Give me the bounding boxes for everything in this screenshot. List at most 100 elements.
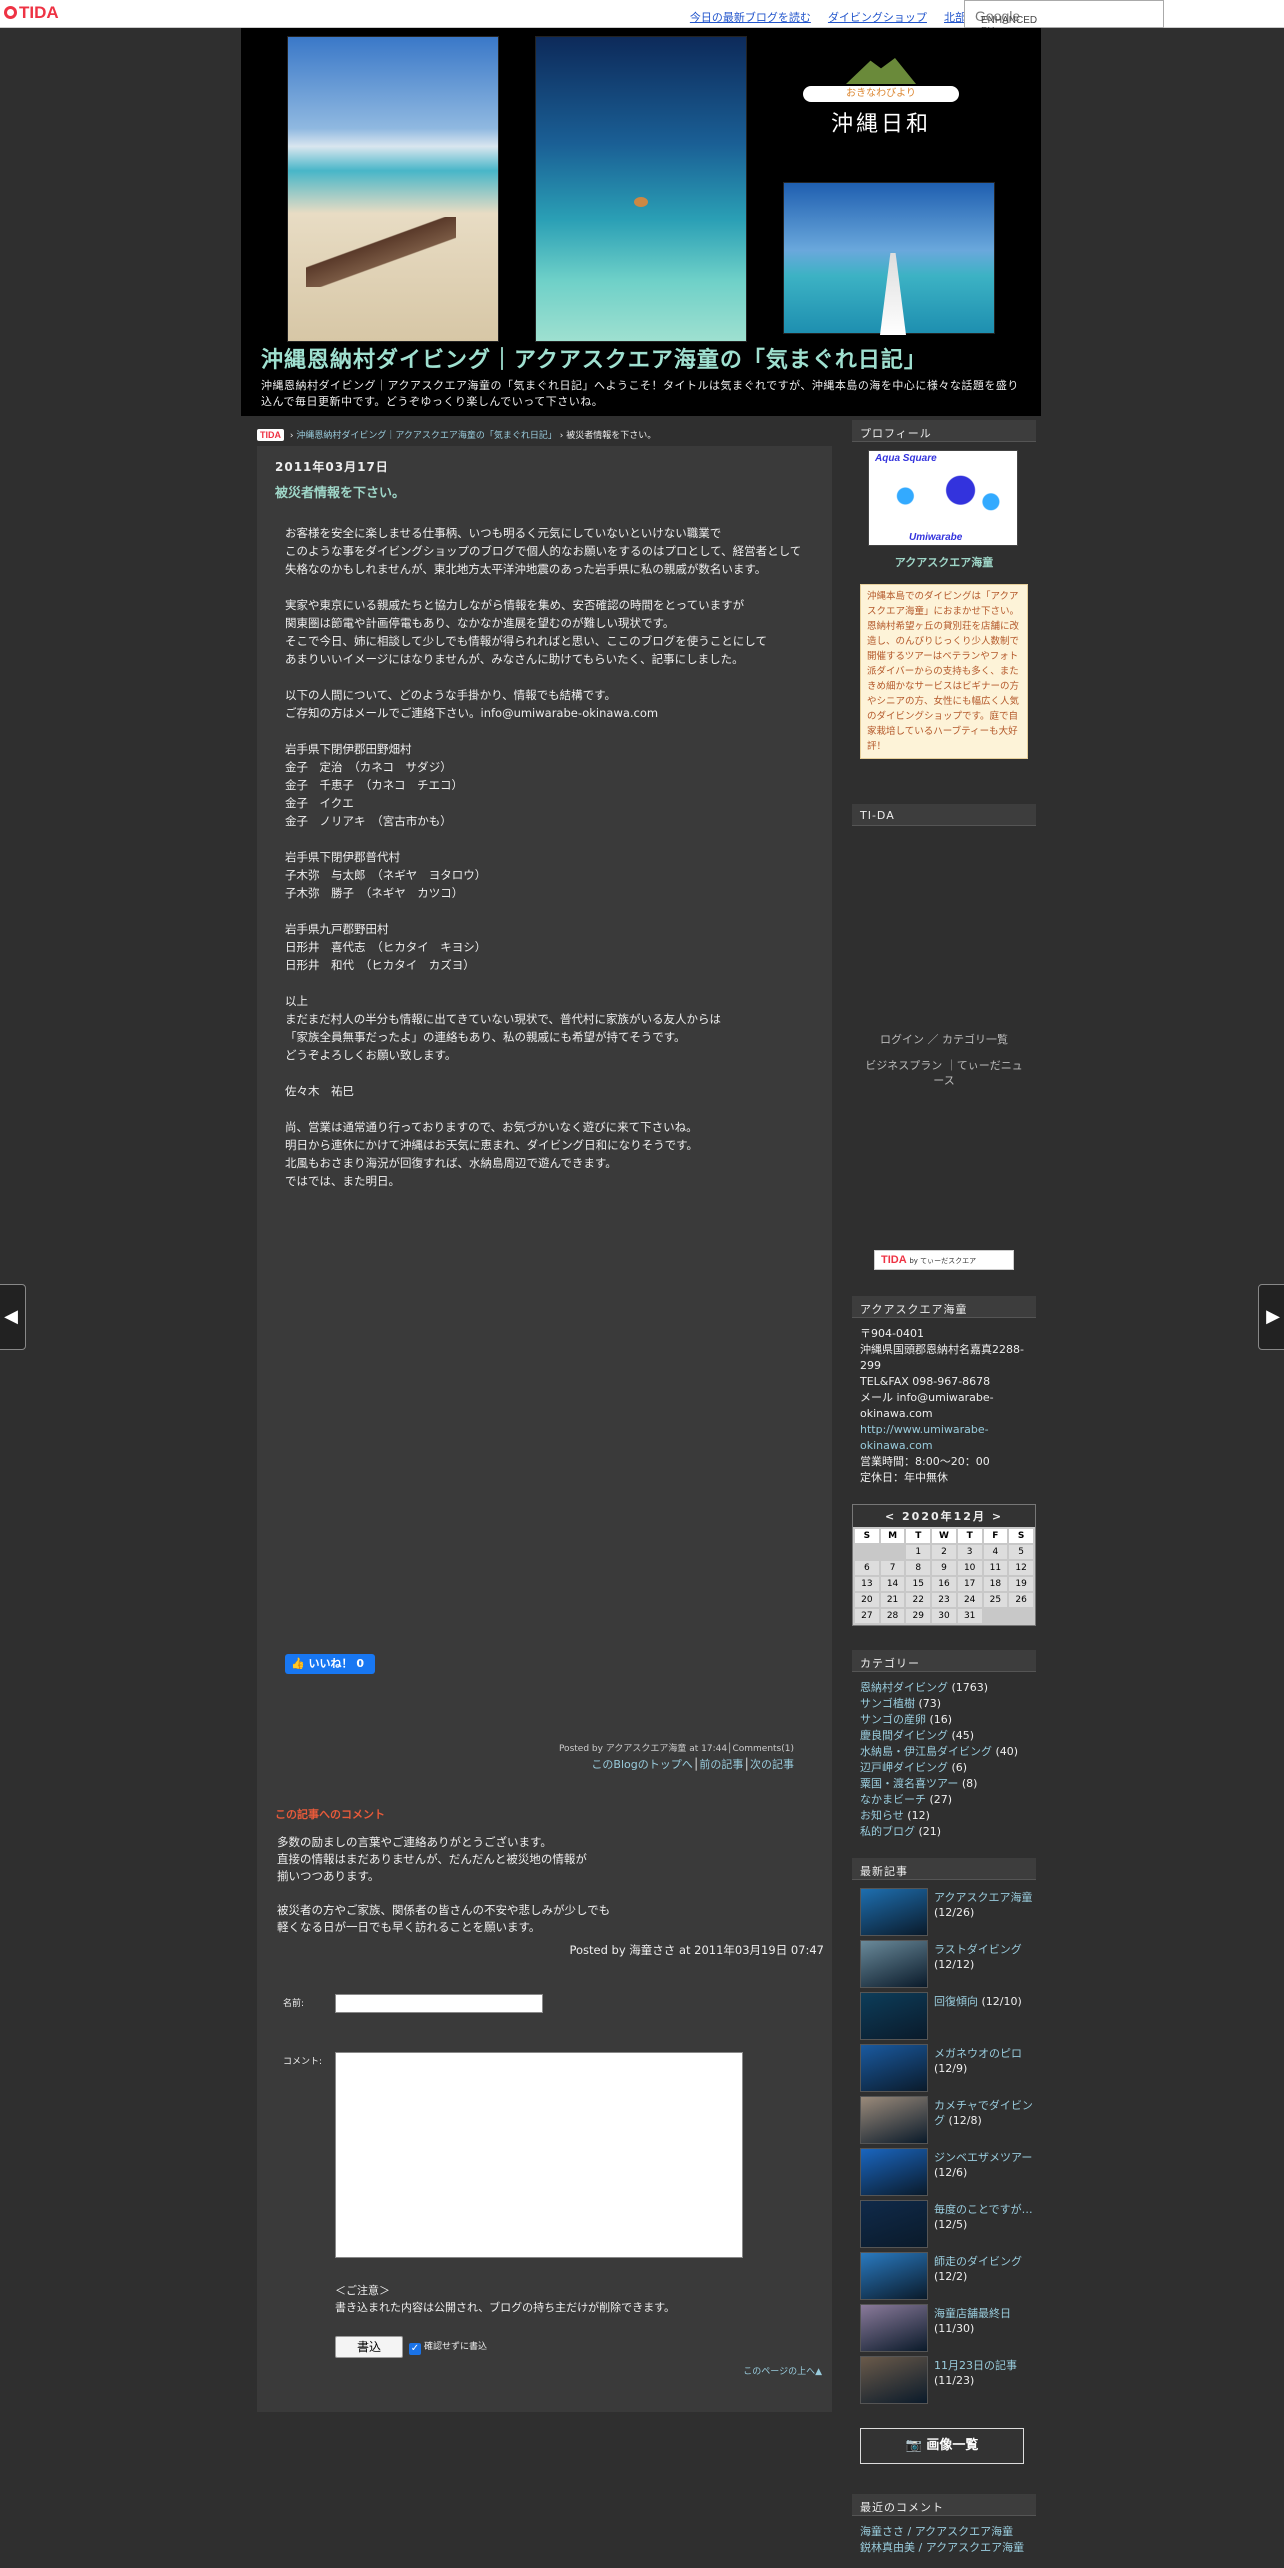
calendar-day[interactable]: 26 (1009, 1593, 1033, 1607)
calendar-day[interactable]: 24 (957, 1593, 982, 1607)
tida-logo[interactable]: TIDA (4, 3, 59, 23)
recent-post-thumbnail[interactable] (860, 2356, 928, 2404)
calendar-prev-month[interactable]: < (885, 1510, 896, 1523)
category-link[interactable]: サンゴの産卵 (860, 1713, 926, 1726)
profile-logo[interactable]: Aqua Square Umiwarabe (868, 450, 1018, 546)
recent-post-title[interactable]: アクアスクエア海童 (934, 1891, 1032, 1904)
calendar-day[interactable]: 3 (957, 1545, 982, 1559)
recent-post-title[interactable]: メガネウオのピロ (934, 2047, 1022, 2060)
calendar-day[interactable]: 17 (957, 1577, 982, 1591)
category-link[interactable]: 慶良間ダイビング (860, 1729, 948, 1742)
calendar-day[interactable]: 29 (906, 1609, 931, 1623)
calendar-day[interactable]: 19 (1009, 1577, 1033, 1591)
recent-post-title[interactable]: ジンベエザメツアー (934, 2151, 1032, 2164)
recent-post-item[interactable]: メガネウオのピロ (12/9) (860, 2044, 1036, 2096)
calendar-day[interactable]: 28 (880, 1609, 905, 1623)
calendar-next-month[interactable]: > (992, 1510, 1003, 1523)
okinawa-biyori-logo[interactable]: おきなわびより 沖縄日和 (801, 58, 961, 138)
category-link[interactable]: 水納島・伊江島ダイビング (860, 1745, 992, 1758)
name-input[interactable] (335, 1994, 543, 2013)
next-post-link[interactable]: 次の記事 (750, 1758, 794, 1771)
recent-post-thumbnail[interactable] (860, 1940, 928, 1988)
recent-post-title[interactable]: 回復傾向 (934, 1995, 978, 2008)
recent-post-item[interactable]: 毎度のことですが… (12/5) (860, 2200, 1036, 2252)
category-link[interactable]: サンゴ植樹 (860, 1697, 915, 1710)
recent-post-item[interactable]: ジンベエザメツアー (12/6) (860, 2148, 1036, 2200)
calendar-day[interactable]: 31 (957, 1609, 982, 1623)
recent-post-thumbnail[interactable] (860, 2096, 928, 2144)
recent-post-thumbnail[interactable] (860, 1992, 928, 2040)
category-link[interactable]: お知らせ (860, 1809, 904, 1822)
recent-post-title[interactable]: 海童店舗最終日 (934, 2307, 1011, 2320)
calendar-day[interactable]: 1 (906, 1545, 931, 1559)
calendar-day[interactable]: 22 (906, 1593, 931, 1607)
category-link[interactable]: 恩納村ダイビング (860, 1681, 948, 1694)
calendar-day[interactable]: 21 (880, 1593, 905, 1607)
breadcrumb-tida-logo[interactable]: TIDA (257, 429, 284, 441)
dive-shop-link[interactable]: ダイビングショップ (828, 12, 927, 24)
tida-badge[interactable]: TIDA by てぃーだスクエア (874, 1250, 1014, 1270)
prev-post-link[interactable]: 前の記事 (699, 1758, 743, 1771)
calendar-day[interactable]: 23 (932, 1593, 956, 1607)
breadcrumb-blog-link[interactable]: 沖縄恩納村ダイビング｜アクアスクエア海童の「気まぐれ日記」 (296, 431, 557, 441)
gallery-button[interactable]: 📷 画像一覧 (860, 2428, 1024, 2464)
calendar-day[interactable]: 16 (932, 1577, 956, 1591)
next-page-arrow-icon[interactable]: ▶ (1258, 1284, 1284, 1350)
recent-comment-item[interactable]: 海童ささ / アクアスクエア海童 (860, 2524, 1036, 2540)
calendar-day[interactable]: 18 (983, 1577, 1008, 1591)
calendar-day[interactable]: 27 (855, 1609, 879, 1623)
recent-post-item[interactable]: 11月23日の記事 (11/23) (860, 2356, 1036, 2408)
recent-post-item[interactable]: アクアスクエア海童 (12/26) (860, 1888, 1036, 1940)
category-link[interactable]: 粟国・渡名喜ツアー (860, 1777, 958, 1790)
recent-post-title[interactable]: ラストダイビング (934, 1943, 1022, 1956)
calendar-day[interactable]: 2 (932, 1545, 956, 1559)
calendar-day[interactable]: 7 (880, 1561, 905, 1575)
login-category-link[interactable]: ログイン ／ カテゴリ一覧 (880, 1033, 1008, 1046)
recent-post-thumbnail[interactable] (860, 2148, 928, 2196)
recent-post-item[interactable]: 海童店舗最終日 (11/30) (860, 2304, 1036, 2356)
recent-post-title[interactable]: 師走のダイビング (934, 2255, 1022, 2268)
recent-post-item[interactable]: 師走のダイビング (12/2) (860, 2252, 1036, 2304)
profile-name[interactable]: アクアスクエア海童 (852, 554, 1036, 570)
calendar-day[interactable]: 25 (983, 1593, 1008, 1607)
recent-post-item[interactable]: カメチャでダイビング (12/8) (860, 2096, 1036, 2148)
recent-post-item[interactable]: ラストダイビング (12/12) (860, 1940, 1036, 1992)
category-link[interactable]: 辺戸岬ダイビング (860, 1761, 948, 1774)
business-news-link[interactable]: ビジネスプラン ｜てぃーだニュース (865, 1059, 1023, 1087)
recent-post-thumbnail[interactable] (860, 2200, 928, 2248)
blog-top-link[interactable]: このBlogのトップへ (591, 1758, 692, 1771)
recent-post-thumbnail[interactable] (860, 2304, 928, 2352)
google-search-input[interactable]: ENHANCED BY Google (964, 0, 1164, 37)
skip-confirm-checkbox[interactable]: ✓ 確認せずに書込 (409, 2339, 487, 2355)
shop-website-link[interactable]: http://www.umiwarabe-okinawa.com (860, 1423, 989, 1452)
north-link[interactable]: 北部 (944, 12, 966, 24)
calendar-day[interactable]: 9 (932, 1561, 956, 1575)
calendar-day[interactable]: 8 (906, 1561, 931, 1575)
facebook-like-button[interactable]: 👍 いいね！ 0 (285, 1654, 375, 1674)
blog-title[interactable]: 沖縄恩納村ダイビング｜アクアスクエア海童の「気まぐれ日記」 (261, 342, 927, 374)
calendar-day[interactable]: 13 (855, 1577, 879, 1591)
calendar-day[interactable]: 10 (957, 1561, 982, 1575)
recent-post-thumbnail[interactable] (860, 1888, 928, 1936)
calendar-day[interactable]: 4 (983, 1545, 1008, 1559)
prev-page-arrow-icon[interactable]: ◀ (0, 1284, 26, 1350)
calendar-day[interactable]: 5 (1009, 1545, 1033, 1559)
calendar-day[interactable]: 15 (906, 1577, 931, 1591)
calendar-day[interactable]: 30 (932, 1609, 956, 1623)
recent-post-title[interactable]: 毎度のことですが… (934, 2203, 1033, 2216)
calendar-day[interactable]: 12 (1009, 1561, 1033, 1575)
calendar-day[interactable]: 14 (880, 1577, 905, 1591)
calendar-day[interactable]: 6 (855, 1561, 879, 1575)
category-link[interactable]: 私的ブログ (860, 1825, 915, 1838)
recent-post-thumbnail[interactable] (860, 2252, 928, 2300)
post-title[interactable]: 被災者情報を下さい。 (275, 482, 405, 501)
recent-post-title[interactable]: 11月23日の記事 (934, 2359, 1017, 2372)
submit-comment-button[interactable]: 書込 (335, 2336, 403, 2358)
page-top-link[interactable]: このページの上へ▲ (743, 2364, 822, 2377)
comment-textarea[interactable] (335, 2052, 743, 2258)
category-link[interactable]: なかまビーチ (860, 1793, 926, 1806)
calendar-day[interactable]: 11 (983, 1561, 1008, 1575)
recent-comment-item[interactable]: 鋭林真由美 / アクアスクエア海童 (860, 2540, 1036, 2556)
calendar-day[interactable]: 20 (855, 1593, 879, 1607)
recent-post-thumbnail[interactable] (860, 2044, 928, 2092)
